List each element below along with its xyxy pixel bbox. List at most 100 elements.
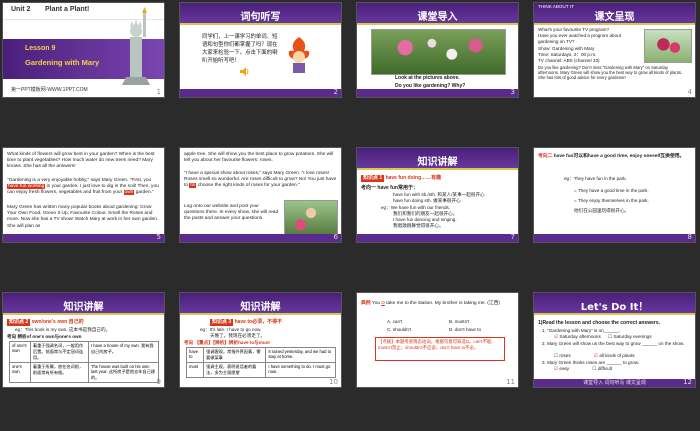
slide-header: 知识讲解 (357, 148, 518, 170)
option-label: all kinds of plants (599, 353, 635, 358)
unit-label: Unit 2 (11, 6, 31, 13)
example-2-translation: 我唱歌跳舞觉得很开心。 (393, 223, 444, 228)
footer-nav: 课堂导入 词句听写 课文呈现 (583, 380, 646, 386)
site-label: 第一PPT模板网-WWW.1PPT.COM (11, 87, 88, 93)
checkbox-checked-icon[interactable]: ☑ (554, 334, 558, 339)
slide-number: 12 (683, 378, 692, 386)
paragraph-3: Mary Green has written many popular book… (7, 205, 159, 229)
slide-number: 7 (510, 233, 515, 241)
knowledge-point: 知识点 1 have fun doing……有趣 (361, 175, 441, 182)
slide-thumbnail-11[interactable]: 典例 You D take me to the station. My brot… (356, 292, 519, 388)
table-cell: have to (185, 347, 205, 363)
slide-thumbnail-1[interactable]: Unit 2 Plant a Plant! Lesson 9 Gardening… (2, 2, 165, 98)
slide-footer: 课堂导入 词句听写 课文呈现 (534, 379, 695, 387)
checkbox-icon[interactable]: ☐ (592, 366, 596, 371)
slide-header-title: 词句听写 (240, 12, 281, 23)
paragraph-2-a: "Gardening is a very enjoyable hobby," s… (7, 178, 152, 183)
slide-thumbnail-8[interactable]: 考向二 have fun可以和have a good time, enjoy o… (533, 147, 696, 243)
table-row: of one's own 着重于强调名词，一般用作后置。前面常与不定冠词连用。 … (9, 341, 160, 363)
table-cell: The house was built on his own last year… (87, 362, 160, 383)
knowledge-phrase: have fun doing……有趣 (385, 175, 442, 181)
table-cell: It rained yesterday, and we had to stay … (265, 347, 336, 363)
slide-footer (357, 234, 518, 242)
slide-footer (357, 89, 518, 97)
option-label: Saturday afternoons (559, 334, 601, 339)
slide-header: Let's Do It！ (534, 293, 695, 315)
unit-title: Plant a Plant! (45, 6, 90, 13)
slide-number: 2 (333, 88, 338, 96)
checkbox-icon[interactable]: ☐ (554, 353, 558, 358)
slide-thumbnail-10[interactable]: 知识讲解 知识点 3 have to必须，不得不 eg：It's late. I… (179, 292, 342, 388)
comparison-heading: 考向 辨析of one's own与one's own (7, 334, 82, 339)
tip-text: have fun可以和have a good time, enjoy onese… (553, 154, 685, 159)
knowledge-tag: 知识点 2 (7, 319, 31, 326)
option-label: difficult (597, 366, 613, 371)
usage-heading: 考向一 have fun常用于： (361, 185, 418, 191)
garden-photo (371, 29, 506, 75)
slide-header: 知识讲解 (180, 293, 341, 315)
item-1-options: ☑ Saturday afternoons ☐ Saturday evening… (554, 334, 652, 340)
paragraph-2: "I have a special show about roses," say… (184, 171, 338, 190)
slide-header: 知识讲解 (3, 293, 164, 315)
checkbox-checked-icon[interactable]: ☑ (554, 366, 558, 371)
table-cell: of one's own (9, 341, 31, 363)
table-row: must 强调主观，表明说话者的看法，多为主观愿望 I have somethi… (185, 362, 336, 378)
comparison-heading: 考向 【重点】【辨析】辨析have to与must (184, 340, 270, 345)
slide-footer (180, 234, 341, 242)
slide-thumbnail-7[interactable]: 知识讲解 知识点 1 have fun doing……有趣 考向一 have f… (356, 147, 519, 243)
comparison-table: of one's own 着重于强调名词，一般用作后置。前面常与不定冠词连用。 … (9, 341, 160, 383)
think-label: THINK ABOUT IT (538, 4, 574, 9)
slide-body-text: 同学们，上一课学习的单词、短语和句型你们都掌握了吗？现在大家来检验一下。点击下面… (202, 34, 278, 64)
item-3-options: ☑ easy ☐ difficult (554, 366, 612, 372)
paragraph-1: apple tree. She will show you the best p… (184, 152, 334, 164)
knowledge-phrase: own/one's own 自己的 (31, 319, 84, 325)
slide-thumbnail-2[interactable]: 词句听写 同学们，上一课学习的单词、短语和句型你们都掌握了吗？现在大家来检验一下… (179, 2, 342, 98)
knowledge-point: 知识点 2 own/one's own 自己的 (7, 319, 84, 326)
table-row: have to 强调客观，常指外界因素，需要做某事 It rained yest… (185, 347, 336, 363)
flower-photo (644, 29, 692, 63)
speaker-icon[interactable] (240, 67, 250, 76)
slide-thumbnail-6[interactable]: apple tree. She will show you the best p… (179, 147, 342, 243)
caption-1: Look at the pictures above. (395, 75, 460, 81)
option-label: Saturday evenings (613, 334, 652, 339)
knowledge-point: 知识点 3 have to必须，不得不 (210, 319, 282, 326)
slide-thumbnail-4[interactable]: 课文呈现 THINK ABOUT IT What's your favourit… (533, 2, 696, 98)
slide-header-title: 课文呈现 (594, 12, 635, 23)
slide-number: 1 (156, 88, 161, 96)
example-tag: 典例 (361, 301, 371, 306)
slide-number: 6 (333, 233, 338, 241)
question-part-2: take me to the station. My brother is ta… (386, 301, 486, 306)
tip-tag: 考向二 (538, 154, 553, 159)
knowledge-phrase: have to必须，不得不 (234, 319, 283, 325)
highlight-phrase: fin (189, 183, 197, 189)
slide-number: 4 (687, 88, 692, 96)
instruction: 1)Read the lesson and choose the correct… (538, 320, 660, 326)
slide-header: 词句听写 (180, 3, 341, 25)
item-2-options: ☐ roses ☑ all kinds of plants (554, 353, 635, 359)
table-cell: 着重于强调名词，一般用作后置。前面常与不定冠词连用。 (29, 341, 89, 363)
table-cell: must (185, 362, 205, 378)
slide-thumbnail-9[interactable]: 知识讲解 知识点 2 own/one's own 自己的 eg：This boo… (2, 292, 165, 388)
slide-thumbnail-12[interactable]: Let's Do It！ 1)Read the lesson and choos… (533, 292, 696, 388)
option-a: A. can't (387, 319, 403, 324)
translation: 他们在公园里玩得很开心。 (574, 208, 630, 213)
question-line: 典例 You D take me to the station. My brot… (361, 301, 515, 308)
slide-number: 5 (156, 233, 161, 241)
paragraph-1: What kinds of flowers will grow best in … (7, 152, 155, 170)
checkbox-checked-icon[interactable]: ☑ (594, 353, 598, 358)
slide-header-title: Let's Do It！ (580, 302, 649, 313)
slide-footer (534, 234, 695, 242)
cartoon-character-icon (288, 37, 310, 73)
option-c: C. shouldn't (387, 327, 412, 332)
answer: D (381, 301, 385, 306)
slide-header-title: 知识讲解 (417, 157, 458, 168)
slide-number: 8 (687, 233, 692, 241)
question-part-1: You (371, 301, 381, 306)
slide-footer (3, 234, 164, 242)
slide-header-title: 知识讲解 (63, 302, 104, 313)
checkbox-icon[interactable]: ☐ (608, 334, 612, 339)
slide-thumbnail-5[interactable]: What kinds of flowers will grow best in … (2, 147, 165, 243)
option-d: D. don't have to (449, 327, 482, 332)
slide-thumbnail-3[interactable]: 课堂导入 Look at the pictures above. Do you … (356, 2, 519, 98)
option-label: roses (559, 353, 571, 358)
